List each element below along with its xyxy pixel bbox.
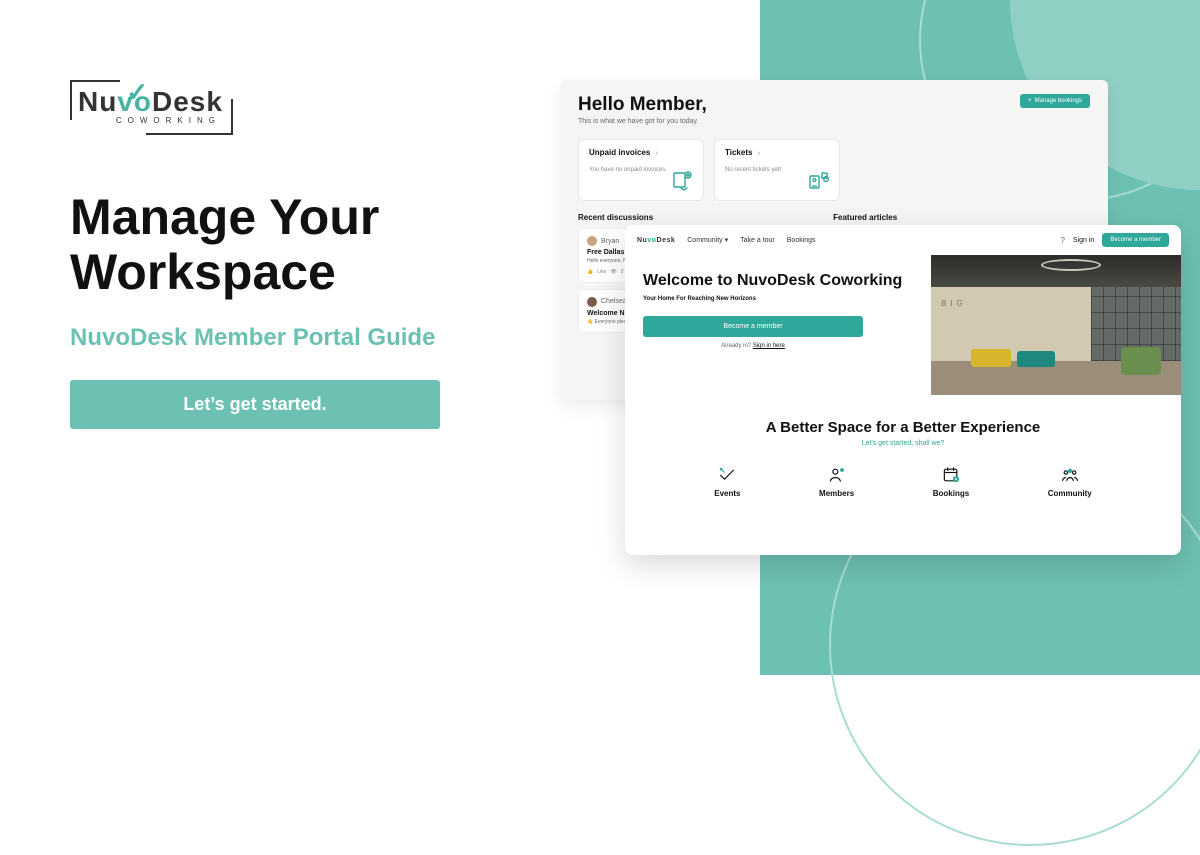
feature-community[interactable]: Community (1048, 465, 1092, 498)
cta-button[interactable]: Let’s get started. (70, 380, 440, 429)
card-title: Tickets (725, 148, 752, 157)
help-icon[interactable]: ? (1060, 236, 1064, 245)
nav-community[interactable]: Community ▾ (687, 236, 728, 244)
manage-bookings-button[interactable]: + Manage bookings (1020, 94, 1090, 108)
page-subtitle: NuvoDesk Member Portal Guide (70, 322, 490, 354)
brand-logo: Nuvo✓Desk COWORKING (70, 80, 490, 135)
card-unpaid-invoices[interactable]: Unpaid invoices › You have no unpaid inv… (578, 139, 704, 201)
chevron-right-icon: › (656, 150, 658, 157)
feature-label: Bookings (933, 489, 969, 498)
bookings-icon (933, 465, 969, 485)
nav-become-member-button[interactable]: Become a member (1102, 233, 1169, 247)
avatar (587, 236, 597, 246)
brand-subtext: COWORKING (78, 116, 223, 125)
dashboard-greeting: Hello Member, (578, 94, 707, 116)
feature-label: Members (819, 489, 854, 498)
card-title: Unpaid invoices (589, 148, 650, 157)
already-label: Already in? (721, 343, 751, 349)
hero-title: Welcome to NuvoDesk Coworking (643, 271, 913, 290)
nav-label: Community (687, 237, 722, 244)
section-featured-articles: Featured articles (833, 213, 897, 222)
nav-tour[interactable]: Take a tour (740, 237, 775, 244)
wall-sign-text: BIG (941, 299, 967, 308)
feature-events[interactable]: Events (714, 465, 740, 498)
like-label[interactable]: Like (597, 269, 606, 275)
better-title: A Better Space for a Better Experience (625, 419, 1181, 436)
landing-nav: NuvoDesk Community ▾ Take a tour Booking… (625, 225, 1181, 255)
feature-label: Community (1048, 489, 1092, 498)
hero-subtitle: Your Home For Reaching New Horizons (643, 296, 913, 302)
nav-signin[interactable]: Sign in (1073, 237, 1094, 244)
ticket-icon (807, 168, 831, 194)
discussion-author: Bryan (601, 238, 619, 245)
hero-image: BIG (931, 255, 1181, 395)
checkmark-icon: ✓ (126, 77, 149, 108)
dashboard-subtext: This is what we have got for you today. (578, 118, 707, 125)
hero-signin-link[interactable]: Sign in here (753, 343, 785, 349)
avatar (587, 297, 597, 307)
feature-members[interactable]: Members (819, 465, 854, 498)
chevron-down-icon: ▾ (725, 237, 729, 244)
page-title: Manage Your Workspace (70, 190, 490, 300)
manage-bookings-label: Manage bookings (1035, 98, 1082, 104)
better-sub: Let's get started, shall we? (625, 440, 1181, 447)
card-tickets[interactable]: Tickets › No recent tickets yet! (714, 139, 840, 201)
landing-mock: NuvoDesk Community ▾ Take a tour Booking… (625, 225, 1181, 555)
like-icon[interactable]: 👍 (587, 269, 593, 275)
feature-label: Events (714, 489, 740, 498)
members-icon (819, 465, 854, 485)
hero-cta-button[interactable]: Become a member (643, 316, 863, 337)
events-icon (714, 465, 740, 485)
invoice-icon (671, 168, 695, 194)
screenshot-stack: Hello Member, This is what we have got f… (560, 80, 1108, 400)
feature-bookings[interactable]: Bookings (933, 465, 969, 498)
mini-logo: NuvoDesk (637, 237, 675, 244)
plus-icon: + (1028, 98, 1032, 104)
section-recent-discussions: Recent discussions (578, 213, 653, 222)
hero-signin-line: Already in? Sign in here (643, 343, 863, 349)
views-icon: 👁 (610, 269, 616, 275)
community-icon (1048, 465, 1092, 485)
chevron-right-icon: › (758, 150, 760, 157)
nav-bookings[interactable]: Bookings (787, 237, 816, 244)
